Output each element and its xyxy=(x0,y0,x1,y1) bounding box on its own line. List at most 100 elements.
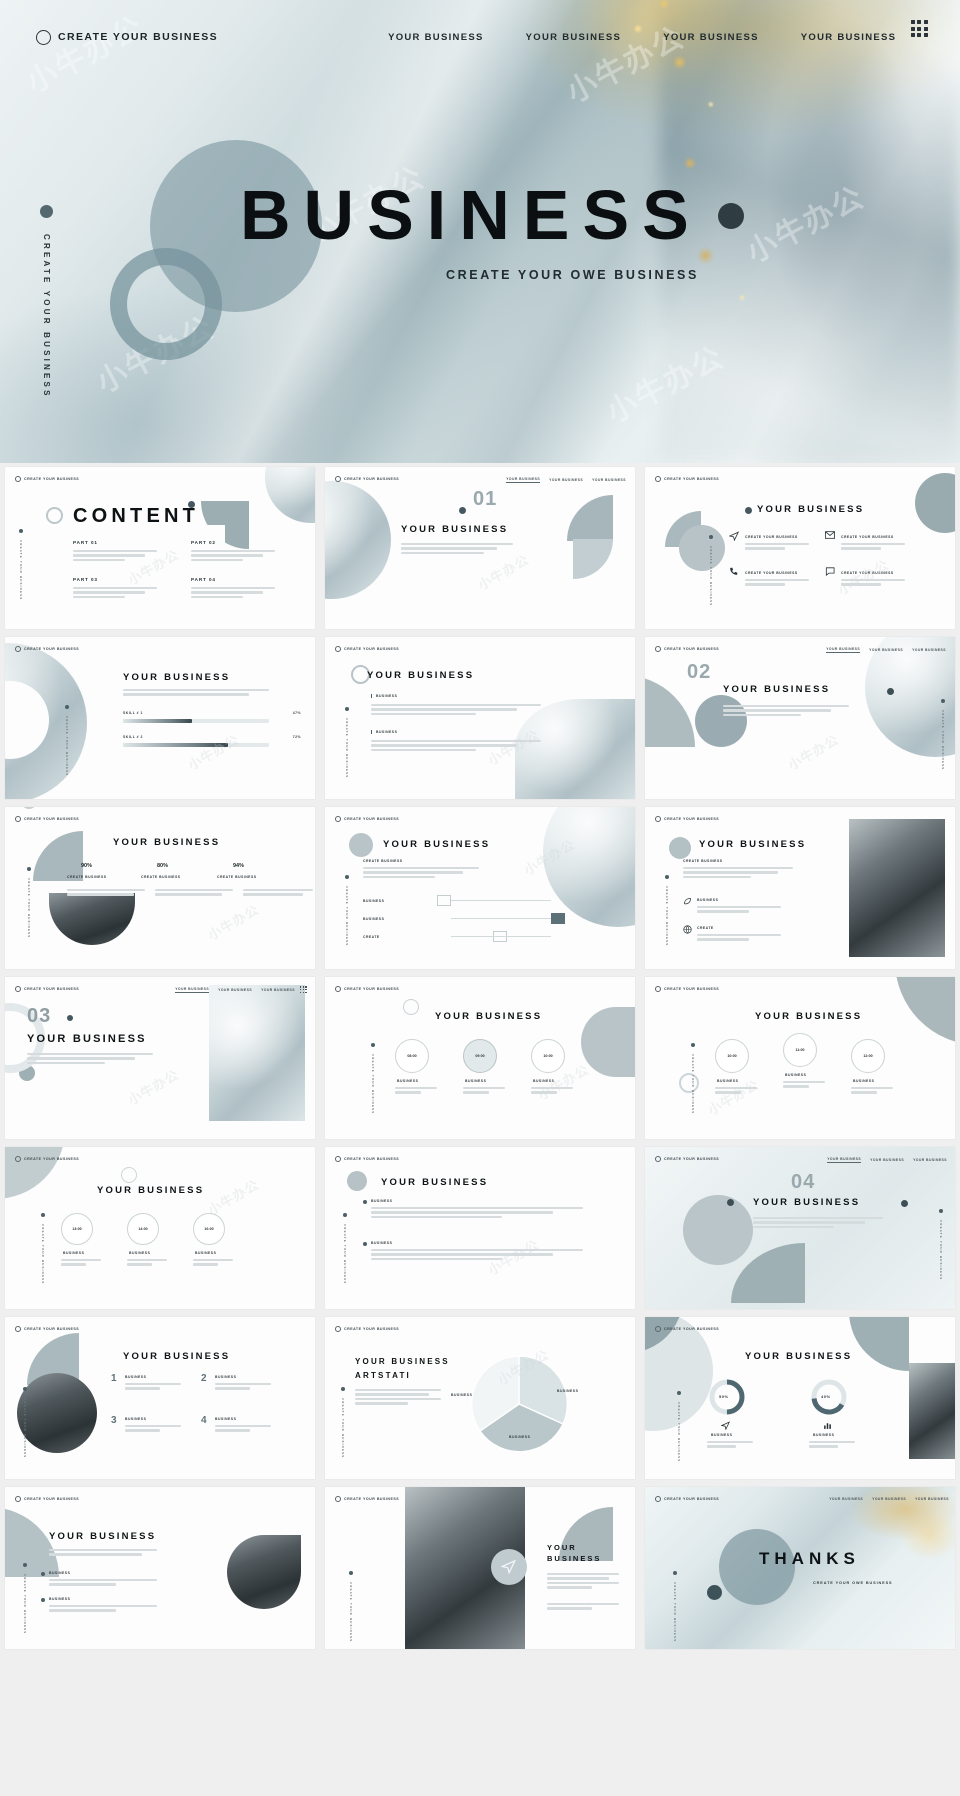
timeline-circles-slide-c[interactable]: CREATE YOUR BUSINESS YOUR BUSINESS CREAT… xyxy=(5,1147,315,1309)
timeline-circles-slide-a[interactable]: CREATE YOUR BUSINESS YOUR BUSINESS CREAT… xyxy=(325,977,635,1139)
slide-cell[interactable]: CREATE YOUR BUSINESS YOUR BUSINESS YOUR … xyxy=(640,1143,960,1313)
nav-item[interactable]: YOUR BUSINESS xyxy=(663,32,759,43)
nav-item[interactable]: YOUR BUSINESS xyxy=(801,32,897,43)
slide-cell[interactable]: CREATE YOUR BUSINESS YOUR BUSINESS YOUR … xyxy=(320,463,640,633)
bullet-photo-slide[interactable]: CREATE YOUR BUSINESS YOUR BUSINESS CREAT… xyxy=(5,1487,315,1649)
timeline-circle[interactable]: 10:00 xyxy=(715,1039,749,1073)
timeline-circle[interactable]: 14:00 xyxy=(127,1213,159,1245)
content-slide[interactable]: CREATE YOUR BUSINESS CREATE YOUR BUSINES… xyxy=(5,467,315,629)
nav-item[interactable]: YOUR BUSINESS xyxy=(388,32,484,43)
nav-item[interactable]: YOUR BUSINESS xyxy=(827,1157,862,1163)
timeline-circle[interactable]: 10:00 xyxy=(531,1039,565,1073)
bullet-list-slide[interactable]: CREATE YOUR BUSINESS YOUR BUSINESS CREAT… xyxy=(325,1147,635,1309)
nav-item[interactable]: YOUR BUSINESS xyxy=(218,988,252,992)
slide-cell[interactable]: CREATE YOUR BUSINESS YOUR BUSINESS CREAT… xyxy=(320,633,640,803)
nav-item[interactable]: YOUR BUSINESS xyxy=(826,647,861,653)
nav-item[interactable]: YOUR BUSINESS xyxy=(912,648,946,652)
slide-cell[interactable]: CREATE YOUR BUSINESS CREATE YOUR BUSINES… xyxy=(0,633,320,803)
slide-cell[interactable]: CREATE YOUR BUSINESS YOUR BUSINESS YOUR … xyxy=(0,973,320,1143)
envelope-icon xyxy=(825,531,835,539)
slide-cell[interactable]: CREATE YOUR BUSINESS YOUR BUSINESS CREAT… xyxy=(640,463,960,633)
slide-cell[interactable]: CREATE YOUR BUSINESS YOUR BUSINESS CREAT… xyxy=(640,1313,960,1483)
brand-label: CREATE YOUR BUSINESS xyxy=(24,987,80,991)
slide-cell[interactable]: CREATE YOUR BUSINESS YOUR BUSINESS CREAT… xyxy=(0,1483,320,1653)
slide-cell[interactable]: CREATE YOUR BUSINESS YOUR BUSINESS ARTST… xyxy=(320,1313,640,1483)
process-diagram-slide[interactable]: CREATE YOUR BUSINESS YOUR BUSINESS CREAT… xyxy=(325,807,635,969)
leaf-icon xyxy=(684,898,691,905)
two-column-text-slide[interactable]: CREATE YOUR BUSINESS YOUR BUSINESS CREAT… xyxy=(325,637,635,799)
pie-chart-slide[interactable]: CREATE YOUR BUSINESS YOUR BUSINESS ARTST… xyxy=(325,1317,635,1479)
nav-item[interactable]: YOUR BUSINESS xyxy=(829,1497,863,1501)
nav-item[interactable]: YOUR BUSINESS xyxy=(872,1497,906,1501)
nav-item[interactable]: YOUR BUSINESS xyxy=(549,478,583,482)
slide-cell[interactable]: CREATE YOUR BUSINESS YOUR BUSINESS CREAT… xyxy=(320,1483,640,1653)
slide-cell[interactable]: CREATE YOUR BUSINESS YOUR BUSINESS YOUR … xyxy=(640,633,960,803)
nav-item[interactable]: YOUR BUSINESS xyxy=(506,477,541,483)
slide-cell[interactable]: CREATE YOUR BUSINESS YOUR BUSINESS CREAT… xyxy=(0,1143,320,1313)
thanks-slide[interactable]: CREATE YOUR BUSINESS YOUR BUSINESS YOUR … xyxy=(645,1487,955,1649)
part-label: PART 04 xyxy=(191,577,216,582)
slide-header: CREATE YOUR BUSINESS xyxy=(15,986,79,992)
slide-cell[interactable]: CREATE YOUR BUSINESS YOUR BUSINESS CREAT… xyxy=(640,973,960,1143)
grid-menu-icon[interactable] xyxy=(910,20,928,38)
slide-cell[interactable]: CREATE YOUR BUSINESS YOUR BUSINESS YOUR … xyxy=(640,1483,960,1653)
feature-text xyxy=(745,543,809,552)
brand-label: CREATE YOUR BUSINESS xyxy=(664,1157,720,1161)
nav-item[interactable]: YOUR BUSINESS xyxy=(526,32,622,43)
slide-nav: YOUR BUSINESS YOUR BUSINESS YOUR BUSINES… xyxy=(829,1497,949,1501)
slide-vertical-label: CREATE YOUR BUSINESS xyxy=(343,1213,347,1284)
brand-logo[interactable]: CREATE YOUR BUSINESS xyxy=(36,29,219,45)
section-divider-03[interactable]: CREATE YOUR BUSINESS YOUR BUSINESS YOUR … xyxy=(5,977,315,1139)
timeline-circle[interactable]: 09:00 xyxy=(463,1039,497,1073)
nav-item[interactable]: YOUR BUSINESS xyxy=(870,1158,904,1162)
nav-item[interactable]: YOUR BUSINESS xyxy=(261,988,295,992)
donut-stats-slide[interactable]: CREATE YOUR BUSINESS YOUR BUSINESS CREAT… xyxy=(645,1317,955,1479)
decor-dot xyxy=(707,1585,722,1600)
slide-cell[interactable]: CREATE YOUR BUSINESS YOUR BUSINESS CREAT… xyxy=(320,973,640,1143)
watermark: 小牛办公 xyxy=(125,1066,182,1108)
section-divider-02[interactable]: CREATE YOUR BUSINESS YOUR BUSINESS YOUR … xyxy=(645,637,955,799)
timeline-circle[interactable]: 12:00 xyxy=(851,1039,885,1073)
percent-stats-slide[interactable]: CREATE YOUR BUSINESS CREATE YOUR BUSINES… xyxy=(5,807,315,969)
slide-cell[interactable]: CREATE YOUR BUSINESS CREATE YOUR BUSINES… xyxy=(0,463,320,633)
decor-dot-icon xyxy=(941,699,945,703)
photo-split-slide[interactable]: CREATE YOUR BUSINESS YOUR BUSINESS CREAT… xyxy=(325,1487,635,1649)
brand-label: CREATE YOUR BUSINESS xyxy=(58,31,219,43)
section-divider-01[interactable]: CREATE YOUR BUSINESS YOUR BUSINESS YOUR … xyxy=(325,467,635,629)
slide-cell[interactable]: CREATE YOUR BUSINESS YOUR BUSINESS CREAT… xyxy=(640,803,960,973)
timeline-circle[interactable]: 11:00 xyxy=(783,1033,817,1067)
numbered-list-slide[interactable]: CREATE YOUR BUSINESS YOUR BUSINESS CREAT… xyxy=(5,1317,315,1479)
slide-vertical-label: CREATE YOUR BUSINESS xyxy=(345,707,349,778)
timeline-circle[interactable]: 16:00 xyxy=(193,1213,225,1245)
slide-cell[interactable]: CREATE YOUR BUSINESS YOUR BUSINESS CREAT… xyxy=(320,803,640,973)
decor-marble-circle xyxy=(265,467,315,523)
nav-item[interactable]: YOUR BUSINESS xyxy=(913,1158,947,1162)
vertical-text: CREATE YOUR BUSINESS xyxy=(665,886,669,947)
part-text xyxy=(191,587,275,600)
nav-item[interactable]: YOUR BUSINESS xyxy=(175,987,210,993)
timeline-circle[interactable]: 13:00 xyxy=(61,1213,93,1245)
nav-item[interactable]: YOUR BUSINESS xyxy=(592,478,626,482)
decor-dot-icon xyxy=(345,707,349,711)
vertical-text: CREATE YOUR BUSINESS xyxy=(345,718,349,779)
body-text xyxy=(723,705,849,718)
image-feature-slide[interactable]: CREATE YOUR BUSINESS YOUR BUSINESS CREAT… xyxy=(645,807,955,969)
decor-ring xyxy=(679,1073,699,1093)
slide-cell[interactable]: CREATE YOUR BUSINESS CREATE YOUR BUSINES… xyxy=(0,803,320,973)
slide-cell[interactable]: CREATE YOUR BUSINESS YOUR BUSINESS CREAT… xyxy=(320,1143,640,1313)
timeline-circles-slide-b[interactable]: CREATE YOUR BUSINESS YOUR BUSINESS CREAT… xyxy=(645,977,955,1139)
timeline-label: BUSINESS xyxy=(785,1073,807,1077)
grid-menu-icon[interactable] xyxy=(299,986,307,994)
body-text xyxy=(27,1053,153,1066)
slide-cell[interactable]: CREATE YOUR BUSINESS YOUR BUSINESS CREAT… xyxy=(0,1313,320,1483)
skill-bars-slide[interactable]: CREATE YOUR BUSINESS CREATE YOUR BUSINES… xyxy=(5,637,315,799)
feature-icons-slide[interactable]: CREATE YOUR BUSINESS YOUR BUSINESS CREAT… xyxy=(645,467,955,629)
slide-header: CREATE YOUR BUSINESS xyxy=(335,1326,399,1332)
timeline-circle[interactable]: 08:00 xyxy=(395,1039,429,1073)
nav-item[interactable]: YOUR BUSINESS xyxy=(915,1497,949,1501)
nav-item[interactable]: YOUR BUSINESS xyxy=(869,648,903,652)
decor-dot-icon xyxy=(19,529,23,533)
hero-slide[interactable]: 小牛办公 小牛办公 小牛办公 小牛办公 小牛办公 小牛办公 CREATE YOU… xyxy=(0,0,960,463)
section-divider-04[interactable]: CREATE YOUR BUSINESS YOUR BUSINESS YOUR … xyxy=(645,1147,955,1309)
item-text xyxy=(125,1425,181,1434)
